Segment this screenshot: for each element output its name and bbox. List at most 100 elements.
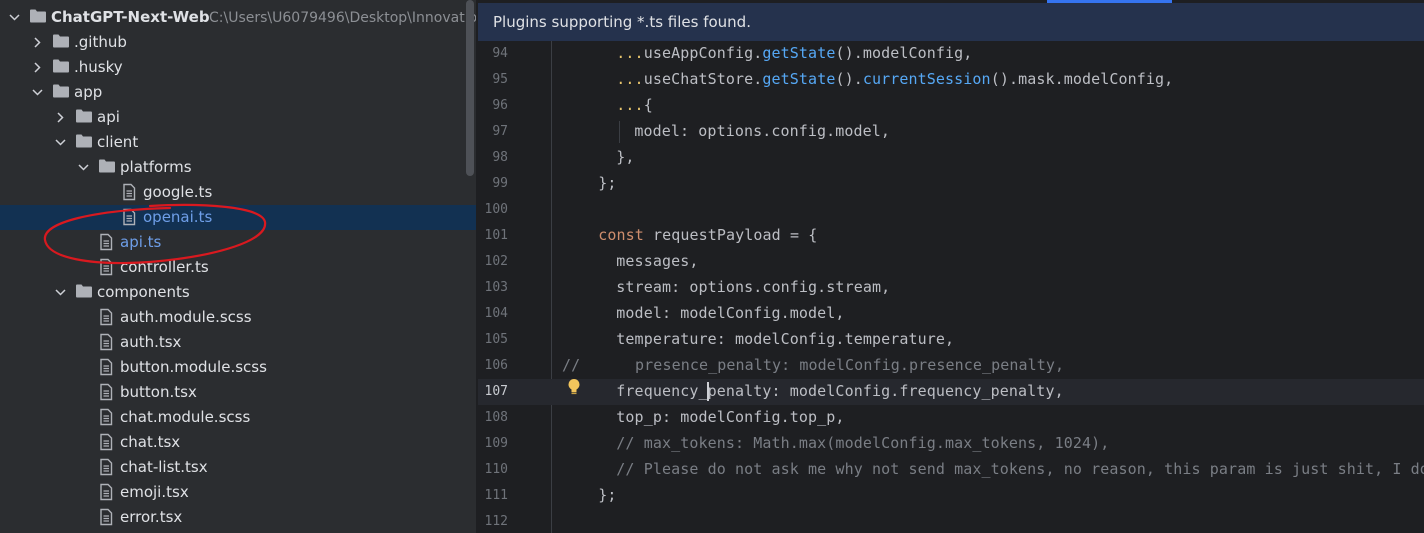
tree-file[interactable]: button.module.scss — [0, 355, 476, 380]
chevron-down-icon[interactable] — [54, 280, 68, 305]
code-area[interactable]: 94 ...useAppConfig.getState().modelConfig… — [478, 41, 1424, 533]
code-line[interactable]: 106 // presence_penalty: modelConfig.pres… — [478, 353, 1424, 379]
code-line[interactable]: 110 // Please do not ask me why not send … — [478, 457, 1424, 483]
tree-item-label: chat-list.tsx — [120, 458, 208, 476]
tree-folder[interactable]: .github — [0, 30, 476, 55]
line-number: 101 — [484, 228, 508, 243]
line-number: 98 — [492, 150, 508, 165]
tree-item-label: openai.ts — [143, 208, 213, 226]
tree-file[interactable]: auth.tsx — [0, 330, 476, 355]
tree-file[interactable]: button.tsx — [0, 380, 476, 405]
chevron-down-icon[interactable] — [31, 80, 45, 105]
chevron-down-icon[interactable] — [54, 130, 68, 155]
tree-item-label: auth.tsx — [120, 333, 182, 351]
code-text: // Please do not ask me why not send max… — [616, 460, 1424, 478]
tree-folder[interactable]: ChatGPT-Next-Web C:\Users\U6079496\Deskto… — [0, 5, 476, 30]
file-icon — [99, 230, 117, 255]
tree-scrollbar[interactable] — [466, 0, 474, 176]
tree-item-label: components — [97, 283, 190, 301]
line-number: 110 — [484, 462, 508, 477]
tree-folder[interactable]: components — [0, 280, 476, 305]
code-line[interactable]: 94 ...useAppConfig.getState().modelConfig… — [478, 41, 1424, 67]
plugin-banner-text: Plugins supporting *.ts files found. — [493, 13, 751, 31]
code-line[interactable]: 99}; — [478, 171, 1424, 197]
tree-file[interactable]: chat.tsx — [0, 430, 476, 455]
line-number: 102 — [484, 254, 508, 269]
tree-item-label: button.module.scss — [120, 358, 267, 376]
line-number: 96 — [492, 98, 508, 113]
code-text: // presence_penalty: modelConfig.presenc… — [562, 356, 1065, 374]
code-line[interactable]: 98}, — [478, 145, 1424, 171]
code-text: top_p: modelConfig.top_p, — [616, 408, 845, 426]
code-editor[interactable]: Plugins supporting *.ts files found. 94.… — [478, 0, 1424, 533]
file-icon — [122, 180, 140, 205]
bulb-icon[interactable] — [567, 378, 581, 396]
tree-folder[interactable]: .husky — [0, 55, 476, 80]
chevron-down-icon[interactable] — [8, 5, 22, 30]
code-line[interactable]: 109 // max_tokens: Math.max(modelConfig.m… — [478, 431, 1424, 457]
tree-file[interactable]: controller.ts — [0, 255, 476, 280]
indent-guide — [619, 121, 621, 143]
code-line[interactable]: 103 stream: options.config.stream, — [478, 275, 1424, 301]
project-path: C:\Users\U6079496\Desktop\Innovatio — [209, 10, 476, 26]
code-text: // max_tokens: Math.max(modelConfig.max_… — [616, 434, 1110, 452]
tree-item-label: .husky — [74, 58, 123, 76]
line-number: 99 — [492, 176, 508, 191]
file-icon — [99, 355, 117, 380]
code-line[interactable]: 100 — [478, 197, 1424, 223]
code-line[interactable]: 102 messages, — [478, 249, 1424, 275]
tree-folder[interactable]: api — [0, 105, 476, 130]
code-text: messages, — [616, 252, 699, 270]
chevron-right-icon[interactable] — [31, 55, 45, 80]
code-text: frequency_penalty: modelConfig.frequency… — [616, 382, 1064, 400]
chevron-right-icon[interactable] — [31, 30, 45, 55]
code-line[interactable]: 105 temperature: modelConfig.temperature, — [478, 327, 1424, 353]
line-number: 103 — [484, 280, 508, 295]
code-line[interactable]: 111}; — [478, 483, 1424, 509]
code-line[interactable]: 108 top_p: modelConfig.top_p, — [478, 405, 1424, 431]
tree-file[interactable]: openai.ts — [0, 205, 476, 230]
code-line[interactable]: 101 const requestPayload = { — [478, 223, 1424, 249]
line-number: 108 — [484, 410, 508, 425]
plugin-banner[interactable]: Plugins supporting *.ts files found. — [478, 3, 1424, 41]
tree-item-label: error.tsx — [120, 508, 183, 526]
chevron-down-icon[interactable] — [77, 155, 91, 180]
code-text: ...useChatStore.getState().currentSessio… — [616, 70, 1174, 88]
code-text: }; — [598, 174, 617, 192]
code-text: temperature: modelConfig.temperature, — [616, 330, 955, 348]
tree-file[interactable]: google.ts — [0, 180, 476, 205]
code-text: stream: options.config.stream, — [616, 278, 891, 296]
tree-file[interactable]: auth.module.scss — [0, 305, 476, 330]
line-number: 104 — [484, 306, 508, 321]
line-number: 112 — [484, 514, 508, 529]
code-text: }; — [598, 486, 617, 504]
tree-item-label: button.tsx — [120, 383, 197, 401]
text-caret — [706, 382, 709, 401]
file-icon — [99, 430, 117, 455]
code-line[interactable]: 95 ...useChatStore.getState().currentSess… — [478, 67, 1424, 93]
chevron-right-icon[interactable] — [54, 105, 68, 130]
code-line[interactable]: 96 ...{ — [478, 93, 1424, 119]
code-line[interactable]: 112 — [478, 509, 1424, 533]
tree-file[interactable]: chat.module.scss — [0, 405, 476, 430]
tree-folder[interactable]: client — [0, 130, 476, 155]
code-line[interactable]: 107 frequency_penalty: modelConfig.freque… — [478, 379, 1424, 405]
tree-folder[interactable]: platforms — [0, 155, 476, 180]
file-icon — [99, 330, 117, 355]
tree-item-label: chat.module.scss — [120, 408, 251, 426]
tree-item-label: api — [97, 108, 120, 126]
tree-item-label: emoji.tsx — [120, 483, 189, 501]
tree-item-label: api.ts — [120, 233, 162, 251]
tree-item-label: .github — [74, 33, 127, 51]
tree-file[interactable]: emoji.tsx — [0, 480, 476, 505]
tree-file[interactable]: error.tsx — [0, 505, 476, 530]
tree-file[interactable]: chat-list.tsx — [0, 455, 476, 480]
code-line[interactable]: 104 model: modelConfig.model, — [478, 301, 1424, 327]
tree-folder[interactable]: app — [0, 80, 476, 105]
tree-item-label: auth.module.scss — [120, 308, 252, 326]
tree-item-label: ChatGPT-Next-Web — [51, 8, 210, 26]
tree-item-label: platforms — [120, 158, 192, 176]
line-number: 100 — [484, 202, 508, 217]
code-text: }, — [616, 148, 635, 166]
tree-file[interactable]: api.ts — [0, 230, 476, 255]
